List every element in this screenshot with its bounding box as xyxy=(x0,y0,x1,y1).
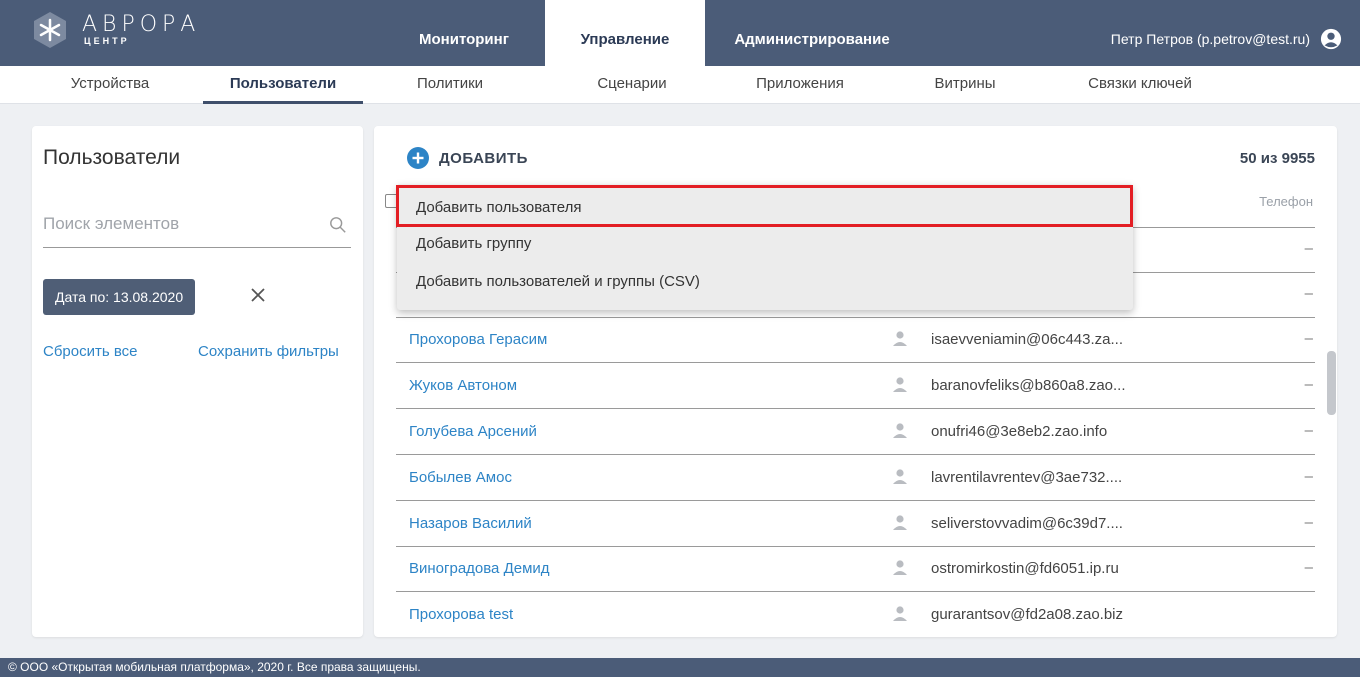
subtab-scenarios[interactable]: Сценарии xyxy=(567,66,697,104)
scrollbar-thumb[interactable] xyxy=(1327,351,1336,415)
user-phone: – xyxy=(1304,330,1313,347)
user-name-link[interactable]: Бобылев Амос xyxy=(409,469,512,486)
person-icon xyxy=(893,377,907,392)
user-email: gurarantsov@fd2a08.zao.biz xyxy=(931,606,1124,623)
user-menu[interactable]: Петр Петров (p.petrov@test.ru) xyxy=(1111,28,1342,50)
items-count: 50 из 9955 xyxy=(1239,150,1315,167)
user-phone: – xyxy=(1304,285,1313,302)
person-icon xyxy=(893,331,907,346)
logo-icon xyxy=(34,12,66,48)
filters-panel: Пользователи Дата по: 13.08.2020 Сбросит… xyxy=(32,126,363,637)
tab-management[interactable]: Управление xyxy=(545,0,705,66)
tab-administration[interactable]: Администрирование xyxy=(707,0,917,66)
user-phone: – xyxy=(1304,240,1313,257)
logo-subtext: ЦЕНТР xyxy=(84,36,130,46)
user-phone: – xyxy=(1304,559,1313,576)
subtab-applications[interactable]: Приложения xyxy=(730,66,870,104)
user-name-link[interactable]: Жуков Автоном xyxy=(409,377,517,394)
panel-title: Пользователи xyxy=(43,146,181,169)
user-email: lavrentilavrentev@3ae732.... xyxy=(931,469,1123,486)
subtab-policies[interactable]: Политики xyxy=(385,66,515,104)
user-phone: – xyxy=(1304,376,1313,393)
close-icon[interactable] xyxy=(249,286,267,304)
save-filters-link[interactable]: Сохранить фильтры xyxy=(198,343,339,360)
user-email: isaevveniamin@06c443.za... xyxy=(931,331,1123,348)
tab-monitoring[interactable]: Мониторинг xyxy=(385,0,543,66)
add-button-label: ДОБАВИТЬ xyxy=(439,149,528,167)
search-field xyxy=(43,214,351,248)
table-row[interactable]: Жуков Автоном baranovfeliks@b860a8.zao...… xyxy=(396,364,1315,409)
subtab-devices[interactable]: Устройства xyxy=(40,66,180,104)
person-icon xyxy=(893,469,907,484)
search-input[interactable] xyxy=(43,214,313,234)
add-button[interactable]: ДОБАВИТЬ xyxy=(407,147,528,169)
subtab-keychains[interactable]: Связки ключей xyxy=(1060,66,1220,104)
menu-item-add-csv[interactable]: Добавить пользователей и группы (CSV) xyxy=(397,264,1133,300)
table-row[interactable]: Виноградова Демид ostromirkostin@fd6051.i… xyxy=(396,547,1315,592)
subtab-storefronts[interactable]: Витрины xyxy=(905,66,1025,104)
user-name: Петр Петров (p.petrov@test.ru) xyxy=(1110,31,1310,47)
user-name-link[interactable]: Голубева Арсений xyxy=(409,423,537,440)
user-name-link[interactable]: Прохорова test xyxy=(409,606,513,623)
user-name-link[interactable]: Прохорова Герасим xyxy=(409,331,547,348)
user-name-link[interactable]: Виноградова Демид xyxy=(409,560,550,577)
menu-item-add-group[interactable]: Добавить группу xyxy=(397,226,1133,262)
person-icon xyxy=(893,423,907,438)
search-icon[interactable] xyxy=(329,216,347,234)
user-email: seliverstovvadim@6c39d7.... xyxy=(931,515,1123,532)
user-phone: – xyxy=(1304,468,1313,485)
user-email: ostromirkostin@fd6051.ip.ru xyxy=(931,560,1119,577)
user-name-link[interactable]: Назаров Василий xyxy=(409,515,532,532)
user-phone: – xyxy=(1304,514,1313,531)
table-row[interactable]: Прохорова Герасим isaevveniamin@06c443.za… xyxy=(396,318,1315,363)
plus-circle-icon xyxy=(407,147,429,169)
logo[interactable]: АВРОРА ЦЕНТР xyxy=(30,10,230,50)
table-row[interactable]: Назаров Василий seliverstovvadim@6c39d7..… xyxy=(396,502,1315,547)
user-phone: – xyxy=(1304,422,1313,439)
reset-filters-link[interactable]: Сбросить все xyxy=(43,343,137,360)
footer: © ООО «Открытая мобильная платформа», 20… xyxy=(0,658,1360,677)
highlight-frame xyxy=(396,185,1133,227)
column-header-phone[interactable]: Телефон xyxy=(1259,194,1313,209)
logo-text: АВРОРА xyxy=(82,12,201,37)
table-row[interactable]: Бобылев Амос lavrentilavrentev@3ae732....… xyxy=(396,456,1315,501)
table-row[interactable]: Прохорова test gurarantsov@fd2a08.zao.biz xyxy=(396,593,1315,637)
person-icon xyxy=(893,560,907,575)
top-bar: АВРОРА ЦЕНТР Мониторинг Управление Админ… xyxy=(0,0,1360,66)
user-email: onufri46@3e8eb2.zao.info xyxy=(931,423,1108,440)
subtab-users[interactable]: Пользователи xyxy=(203,66,363,104)
user-account-icon xyxy=(1320,28,1342,50)
sub-navigation: Устройства Пользователи Политики Сценари… xyxy=(0,66,1360,104)
person-icon xyxy=(893,606,907,621)
person-icon xyxy=(893,515,907,530)
date-filter-chip[interactable]: Дата по: 13.08.2020 xyxy=(43,279,196,315)
user-email: baranovfeliks@b860a8.zao... xyxy=(931,377,1126,394)
table-row[interactable]: Голубева Арсений onufri46@3e8eb2.zao.info… xyxy=(396,410,1315,455)
